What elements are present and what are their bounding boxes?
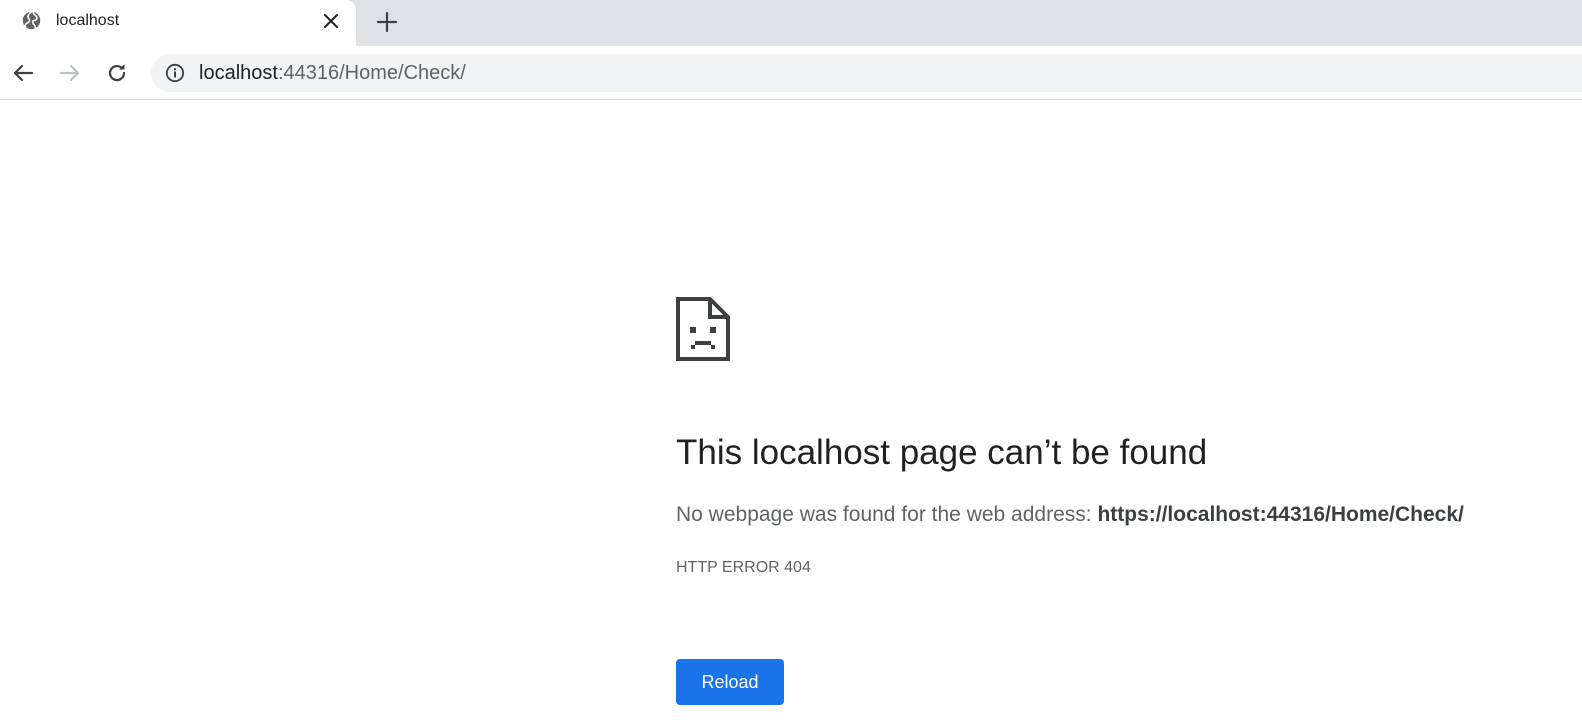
arrow-left-icon [13,64,34,82]
reload-icon [108,64,126,82]
back-button[interactable] [9,59,37,87]
reload-button[interactable]: Reload [676,659,784,705]
browser-toolbar: localhost:44316/Home/Check/ [0,46,1582,100]
tab-close-button[interactable] [320,10,342,32]
plus-icon [376,11,398,33]
url-path: :44316/Home/Check/ [277,62,466,84]
error-title: This localhost page can’t be found [676,433,1208,472]
address-bar[interactable]: localhost:44316/Home/Check/ [151,54,1582,92]
tab-localhost[interactable]: localhost [0,0,356,46]
error-code: HTTP ERROR 404 [676,559,811,576]
new-tab-button[interactable] [374,9,400,35]
tab-title: localhost [56,12,120,29]
arrow-right-icon [59,64,80,82]
error-url: https://localhost:44316/Home/Check/ [1097,503,1464,526]
close-icon [324,14,338,28]
reload-toolbar-button[interactable] [103,59,131,87]
error-description-prefix: No webpage was found for the web address… [676,503,1098,526]
address-url[interactable]: localhost:44316/Home/Check/ [199,62,466,84]
info-icon[interactable] [165,63,185,83]
globe-icon [22,10,41,30]
url-host: localhost [199,62,278,84]
error-description: No webpage was found for the web address… [676,503,1464,527]
sad-page-icon [676,297,730,361]
tab-strip: localhost [0,0,1582,46]
forward-button[interactable] [56,59,84,87]
